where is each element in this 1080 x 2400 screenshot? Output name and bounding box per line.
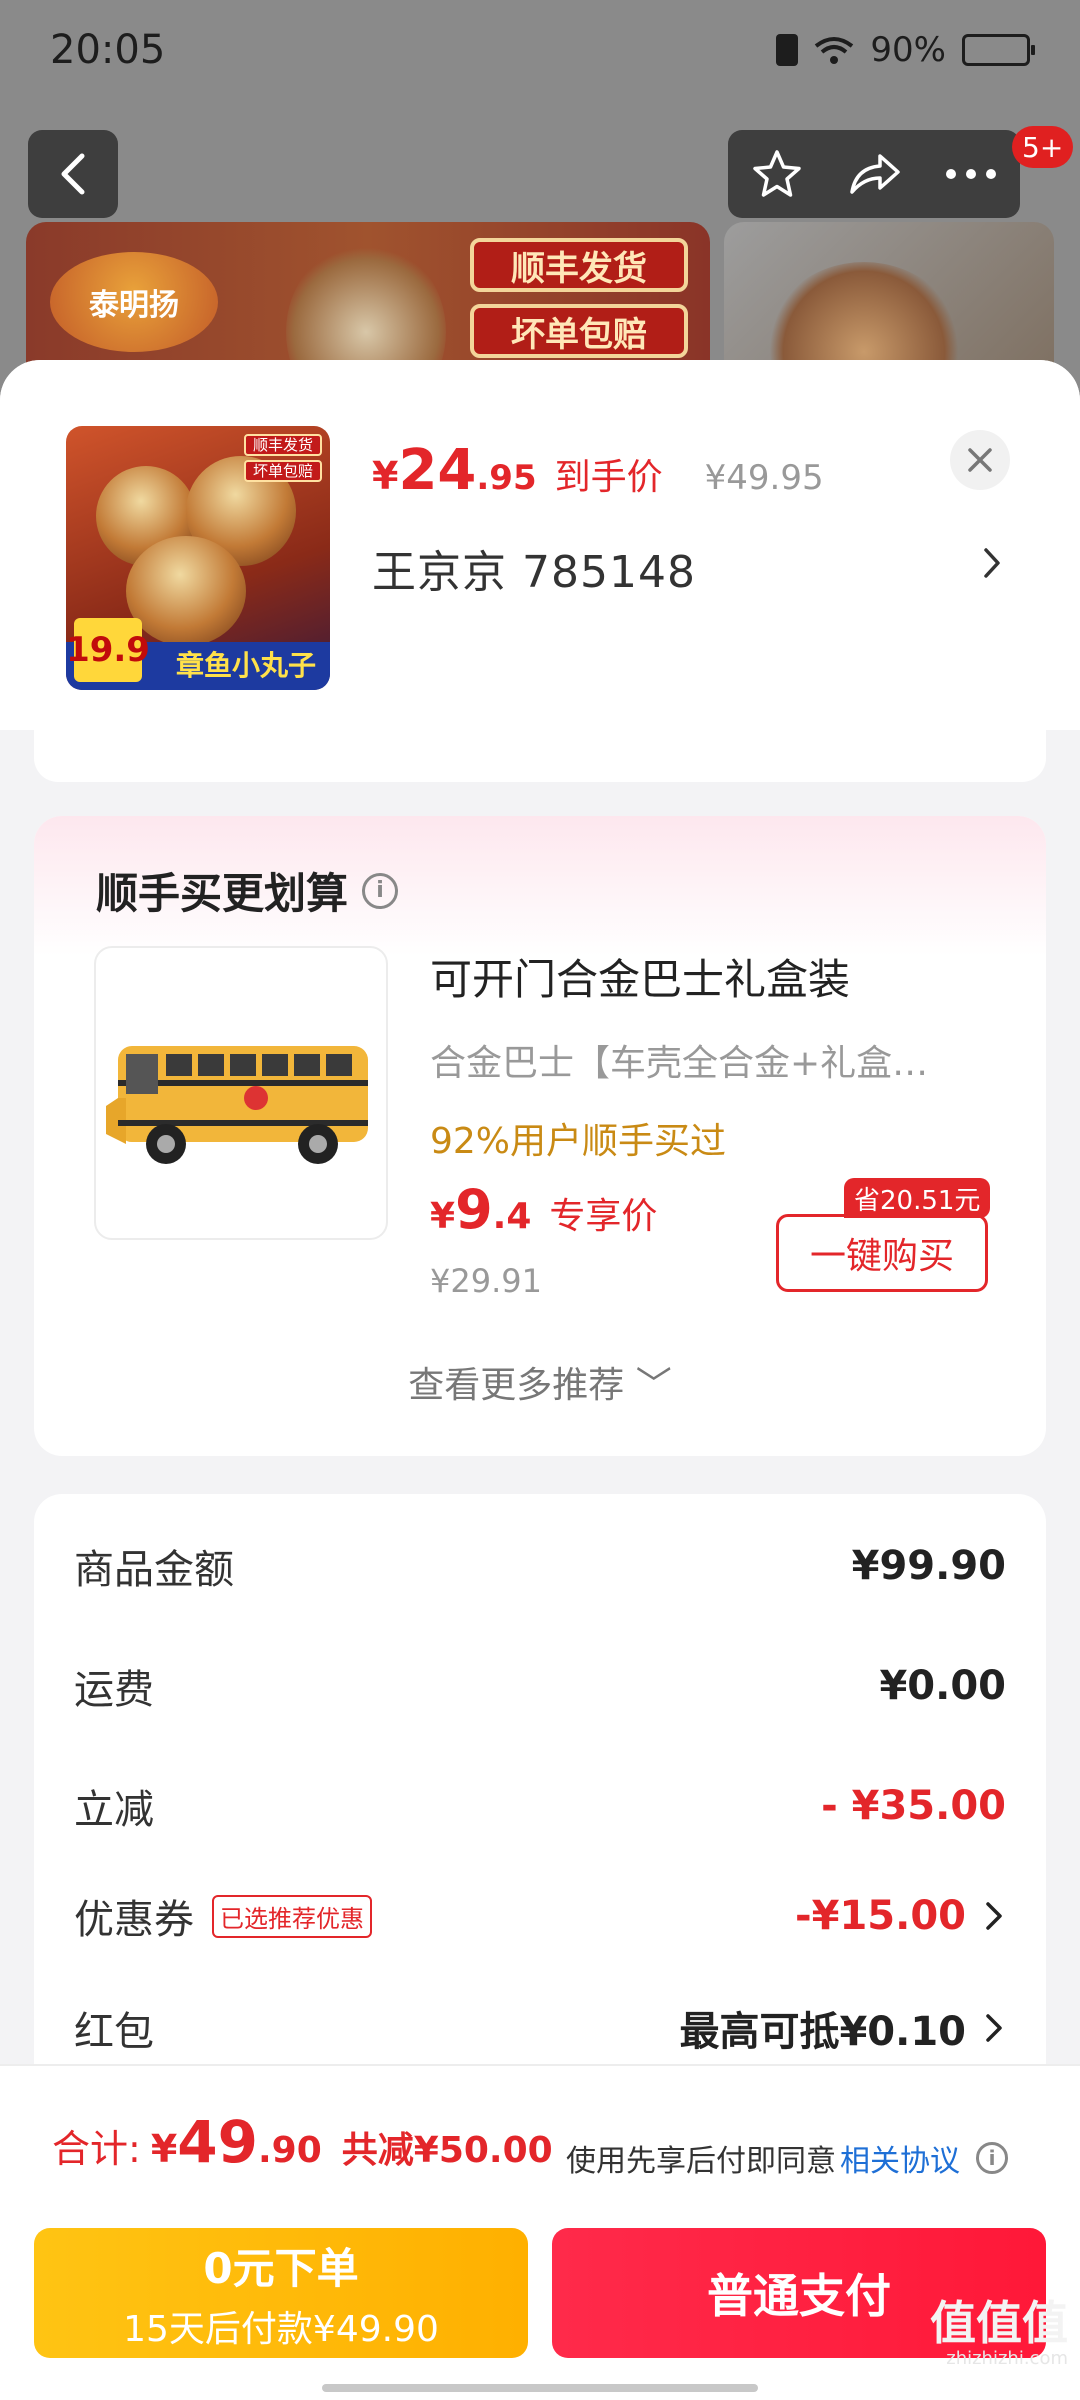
background-page: 20:05 90% 5+ 泰明扬 顺丰发货 坏单包赔: [0, 0, 1080, 422]
sim-card-icon: [776, 34, 799, 66]
order-summary-card: 商品金额 ¥99.90 运费 ¥0.00 立减 - ¥35.00 优惠券 已选推…: [34, 1494, 1046, 2094]
order-total: 合计: ¥ 49 .90 共减¥50.00: [52, 2108, 553, 2176]
coupon-label-group: 优惠券 已选推荐优惠: [74, 1887, 372, 1945]
red-packet-value-group: 最高可抵¥0.10: [679, 1999, 1006, 2057]
status-time: 20:05: [50, 27, 166, 73]
more-button[interactable]: [931, 134, 1011, 214]
rec-price-decimal: .4: [492, 1196, 532, 1237]
instant-discount-value: - ¥35.00: [821, 1783, 1006, 1829]
battery-percent: 90%: [870, 30, 946, 70]
banner-tag-shipping: 顺丰发货: [470, 238, 688, 292]
nav-actions: [728, 130, 1020, 218]
product-header: 顺丰发货 坏单包赔 章鱼小丸子 19.9 ¥ 24 .95 到手价 ¥49.95…: [0, 360, 1080, 730]
share-button[interactable]: [834, 134, 914, 214]
status-icons: 90%: [776, 30, 1035, 70]
instant-discount-row: 立减 - ¥35.00: [74, 1776, 1006, 1836]
battery-icon: [962, 34, 1035, 66]
brand-logo: 泰明扬: [50, 252, 218, 352]
watermark: 值值值 zhizhizhi.com: [930, 2300, 1068, 2368]
goods-amount-value: ¥99.90: [851, 1543, 1006, 1589]
banner-tag-guarantee: 坏单包赔: [470, 304, 688, 358]
recommend-item-name[interactable]: 可开门合金巴士礼盒装: [430, 946, 850, 1007]
more-recommend-link[interactable]: 查看更多推荐 ﹀: [34, 1356, 1046, 1408]
price-decimal: .95: [476, 458, 537, 498]
thumb-tag-shipping: 顺丰发货: [244, 434, 322, 456]
recommend-item-stat: 92%用户顺手买过: [430, 1121, 727, 1162]
one-click-buy-button[interactable]: 一键购买: [776, 1214, 988, 1292]
recommend-item-desc: 合金巴士【车壳全合金+礼盒…: [430, 1043, 929, 1084]
agreement-text: 使用先享后付即同意: [566, 2144, 836, 2179]
rec-price-integer: 9: [455, 1178, 493, 1241]
watermark-main: 值值值: [930, 2296, 1068, 2350]
instant-discount-label: 立减: [74, 1787, 154, 1833]
recommend-card: 顺手买更划算 i 可开门合金巴士礼盒装 合金巴士【车壳全合金+礼盒… 92%用户…: [34, 816, 1046, 1456]
recommend-original-price: ¥29.91: [430, 1262, 542, 1300]
total-savings: 共减¥50.00: [341, 2130, 553, 2171]
product-thumbnail: 顺丰发货 坏单包赔 章鱼小丸子 19.9: [66, 426, 330, 690]
goods-amount-label: 商品金额: [74, 1547, 234, 1593]
price-integer: 24: [398, 438, 477, 503]
status-bar: 20:05 90%: [0, 0, 1080, 100]
chevron-right-icon[interactable]: [982, 546, 1002, 580]
close-icon: [968, 448, 992, 472]
coupon-value: -¥15.00: [795, 1893, 966, 1939]
goods-amount-row: 商品金额 ¥99.90: [74, 1536, 1006, 1596]
rec-price-currency: ¥: [430, 1196, 456, 1237]
shipping-row: 运费 ¥0.00: [74, 1656, 1006, 1716]
pay-later-main: 0元下单: [203, 2243, 359, 2293]
address-card-bottom: [34, 730, 1046, 782]
total-currency: ¥: [150, 2127, 178, 2171]
wifi-icon: [814, 35, 854, 65]
close-button[interactable]: [950, 430, 1010, 490]
share-icon: [850, 154, 900, 194]
thumb-price: 19.9: [66, 618, 150, 682]
total-decimal: .90: [257, 2130, 322, 2171]
bus-image: [106, 1046, 368, 1164]
price-currency: ¥: [372, 454, 399, 498]
red-packet-label: 红包: [74, 2009, 154, 2055]
product-price: ¥ 24 .95 到手价 ¥49.95: [372, 438, 824, 503]
more-dots-icon: [946, 169, 997, 179]
price-label: 到手价: [554, 457, 663, 498]
original-price: ¥49.95: [704, 458, 824, 498]
chevron-left-icon: [61, 153, 85, 195]
recommend-title-text: 顺手买更划算: [96, 869, 349, 918]
favorite-button[interactable]: [737, 134, 817, 214]
shipping-label: 运费: [74, 1667, 154, 1713]
shop-info[interactable]: 王京京 785148: [372, 536, 696, 600]
agreement-line: 使用先享后付即同意 相关协议 i: [566, 2136, 1008, 2180]
coupon-tag: 已选推荐优惠: [212, 1894, 372, 1938]
star-icon: [752, 150, 801, 197]
total-integer: 49: [177, 2108, 258, 2176]
watermark-sub: zhizhizhi.com: [946, 2348, 1068, 2369]
coupon-label: 优惠券: [74, 1897, 194, 1943]
recommend-item-image[interactable]: [94, 946, 388, 1240]
recommend-item-price: ¥ 9 .4 专享价: [430, 1178, 657, 1241]
shipping-value: ¥0.00: [879, 1663, 1006, 1709]
info-icon[interactable]: i: [362, 872, 399, 909]
red-packet-row[interactable]: 红包 最高可抵¥0.10: [74, 1998, 1006, 2058]
save-badge: 省20.51元: [844, 1178, 991, 1218]
message-badge: 5+: [1012, 126, 1074, 168]
coupon-value-group: -¥15.00: [795, 1893, 1006, 1939]
agreement-link[interactable]: 相关协议: [840, 2136, 960, 2180]
coupon-row[interactable]: 优惠券 已选推荐优惠 -¥15.00: [74, 1886, 1006, 1946]
home-indicator[interactable]: [322, 2384, 758, 2392]
back-button[interactable]: [28, 130, 118, 218]
pay-later-sub: 15天后付款¥49.90: [123, 2308, 439, 2350]
info-icon[interactable]: i: [976, 2142, 1008, 2174]
rec-price-label: 专享价: [549, 1196, 658, 1237]
pay-later-button[interactable]: 0元下单 15天后付款¥49.90: [34, 2228, 528, 2358]
total-label: 合计:: [52, 2127, 141, 2171]
chevron-right-icon: [986, 1902, 1002, 1930]
payment-bar: 合计: ¥ 49 .90 共减¥50.00 使用先享后付即同意 相关协议 i 0…: [0, 2064, 1080, 2400]
red-packet-value: 最高可抵¥0.10: [679, 2009, 966, 2055]
recommend-title: 顺手买更划算 i: [96, 860, 399, 921]
thumb-tag-guarantee: 坏单包赔: [244, 460, 322, 482]
chevron-right-icon: [986, 2014, 1002, 2042]
